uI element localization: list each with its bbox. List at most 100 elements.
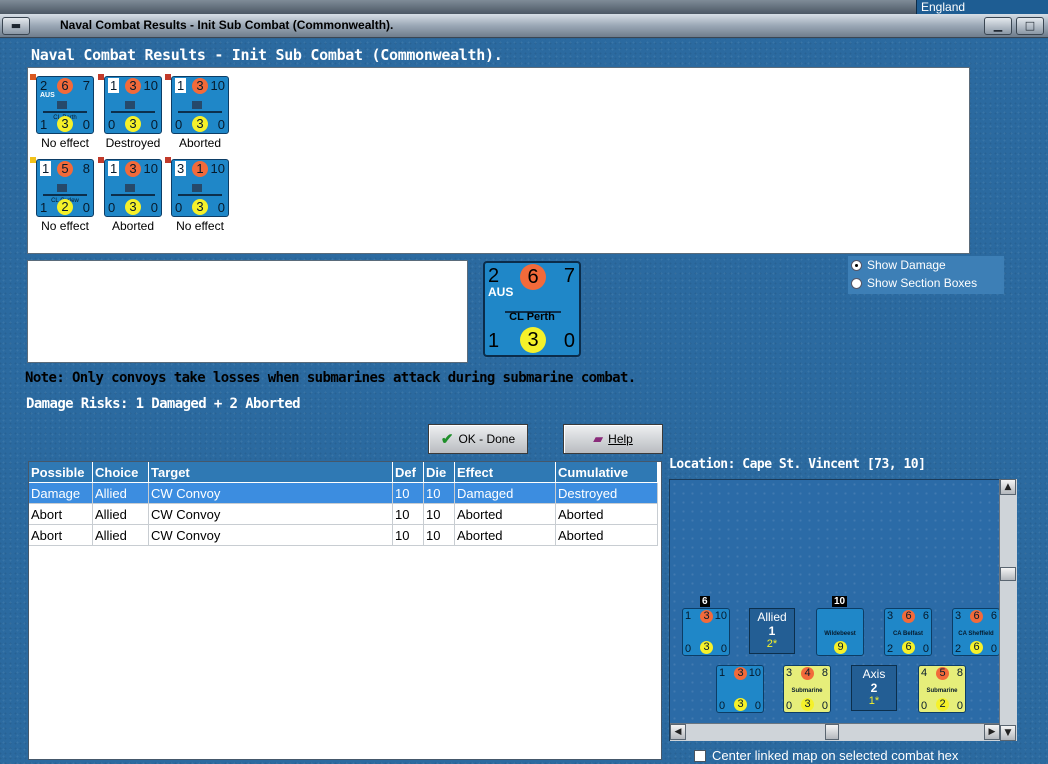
table-cell: 10 [393,525,424,546]
unit-range-value: 3 [57,116,73,132]
unit-counter[interactable]: 1 3 10 0 3 0 [171,76,229,134]
table-cell: 10 [393,504,424,525]
table-cell: Aborted [455,525,556,546]
unit-name: CA Belfast [892,631,924,637]
unit-defense: 8 [82,161,90,176]
allied-sub-count: 2* [766,638,778,650]
unit-defense: 10 [748,667,761,679]
ship-silhouette-icon [111,99,155,113]
ship-silhouette-icon [111,182,155,196]
system-menu-button[interactable]: ▬ [2,17,30,35]
column-header[interactable]: Def [393,462,424,483]
scroll-up-icon[interactable]: ▲ [1000,479,1016,495]
unit-name: Wildebeest [824,631,856,637]
ok-done-button[interactable]: ✔ OK - Done [428,424,528,454]
unit-defense: 10 [143,161,158,176]
unit-aa-value: 3 [125,161,141,177]
map-unit-counter[interactable]: 1 3 10 0 3 0 [716,665,764,713]
window-titlebar[interactable]: ▬ Naval Combat Results - Init Sub Combat… [0,14,1048,38]
minimize-button[interactable]: ▁ [984,17,1012,35]
table-cell: Aborted [556,504,658,525]
unit-attack: 1 [108,161,120,176]
map-unit-counter[interactable]: 3 6 6 CA Belfast 2 6 0 [884,608,932,656]
table-cell: CW Convoy [149,483,393,504]
unit-counter[interactable]: 1 3 10 0 3 0 [104,76,162,134]
unit-range-value: 3 [734,698,747,711]
table-cell: Allied [93,525,149,546]
map-unit-counter[interactable]: 4 5 8 Submarine 0 2 0 [918,665,966,713]
maximize-button[interactable]: □ [1016,17,1044,35]
unit-aa-value: 5 [936,667,949,680]
location-label: Location: Cape St. Vincent [73, 10] [669,457,926,472]
help-label: Help [608,432,633,446]
unit-movement: 0 [786,700,793,712]
unit-counter[interactable]: 158CL Curlew120 [36,159,94,217]
stack-count-tag: 10 [832,596,848,607]
selected-unit-aa: 6 [520,264,546,290]
checkmark-icon: ✔ [440,431,454,448]
unit-result-label: No effect [41,219,89,233]
combat-map-view[interactable]: 6 10 1 3 10 0 3 0 Wildebeest 9 3 6 6 CA Belfast 2 6 0 3… [669,479,1017,741]
window-title: Naval Combat Results - Init Sub Combat (… [60,18,394,32]
axis-stack-box[interactable]: Axis 2 1* [851,665,897,711]
column-header[interactable]: Cumulative [556,462,658,483]
unit-counter[interactable]: 3 1 10 0 3 0 [171,159,229,217]
unit-defense: 10 [143,78,158,93]
map-unit-counter[interactable]: 1 3 10 0 3 0 [682,608,730,656]
unit-counter[interactable]: 267AUSCL Perth130 [36,76,94,134]
unit-movement: 1 [40,117,48,132]
background-tab-england[interactable]: England [916,0,1048,15]
allied-stack-box[interactable]: Allied 1 2* [749,608,795,654]
map-vertical-scrollbar[interactable]: ▲ ▼ [999,479,1017,741]
unit-attack: 4 [921,667,928,679]
unit-attack: 1 [40,161,52,176]
scroll-down-icon[interactable]: ▼ [1000,725,1016,741]
axis-sub-count: 1* [868,695,880,707]
table-cell: Damage [29,483,93,504]
unit-aa-value: 3 [192,78,208,94]
unit-range-value: 3 [125,199,141,215]
map-unit-counter[interactable]: Wildebeest 9 [816,608,864,656]
column-header[interactable]: Die [424,462,455,483]
unit-aa-value: 3 [734,667,747,680]
unit-attack: 3 [786,667,793,679]
selected-unit-counter: 2 6 7 AUS CL Perth 1 3 0 [483,261,581,357]
unit-movement: 2 [887,643,894,655]
column-header[interactable]: Target [149,462,393,483]
table-cell: Damaged [455,483,556,504]
table-cell: 10 [424,483,455,504]
unit-cost: 0 [150,200,158,215]
column-header[interactable]: Possible [29,462,93,483]
unit-movement: 0 [175,200,183,215]
show-section-boxes-label: Show Section Boxes [867,276,978,290]
map-unit-counter[interactable]: 3 6 6 CA Sheffield 2 6 0 [952,608,1000,656]
scroll-right-icon[interactable]: ▶ [984,724,1000,740]
allied-count: 1 [768,624,776,638]
unit-cost: 0 [956,700,963,712]
show-section-boxes-radio[interactable]: Show Section Boxes [851,276,1001,292]
vertical-scroll-thumb[interactable] [1000,567,1016,581]
map-unit-counter[interactable]: 3 4 8 Submarine 0 3 0 [783,665,831,713]
column-header[interactable]: Effect [455,462,556,483]
unit-result-label: Aborted [111,219,155,233]
unit-counter[interactable]: 1 3 10 0 3 0 [104,159,162,217]
sub-combat-note: Note: Only convoys take losses when subm… [25,370,636,386]
unit-status-marker [30,74,36,80]
help-button[interactable]: ▰ Help [563,424,663,454]
scroll-left-icon[interactable]: ◀ [670,724,686,740]
unit-defense: 8 [821,667,828,679]
allied-label: Allied [757,610,787,624]
unit-aa-value: 6 [902,610,915,623]
table-cell: CW Convoy [149,525,393,546]
show-damage-radio[interactable]: Show Damage [851,258,1001,274]
radio-selected-icon [851,260,862,271]
horizontal-scroll-thumb[interactable] [825,724,839,740]
unit-defense: 10 [714,610,727,622]
selected-unit-name: CL Perth [509,311,555,323]
table-cell: Allied [93,504,149,525]
unit-result-label: Destroyed [105,136,161,150]
table-cell: 10 [424,504,455,525]
column-header[interactable]: Choice [93,462,149,483]
unit-movement: 0 [108,117,116,132]
map-horizontal-scrollbar[interactable]: ◀ ▶ [670,723,1000,741]
